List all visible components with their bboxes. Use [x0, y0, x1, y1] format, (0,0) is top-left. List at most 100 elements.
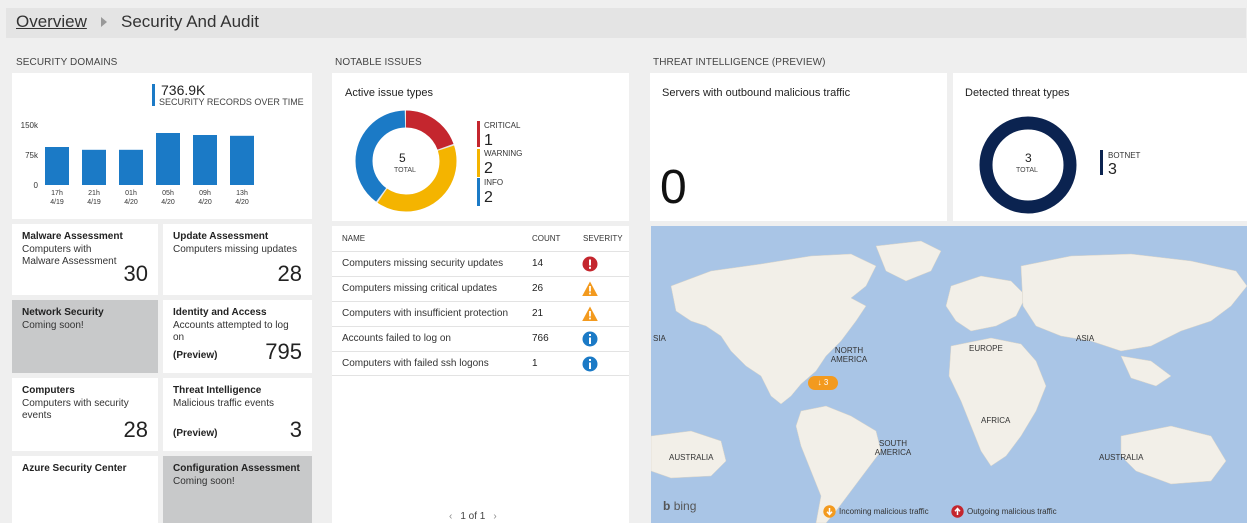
map-label: EUROPE [969, 344, 1003, 353]
identity-access-tile[interactable]: Identity and Access Accounts attempted t… [163, 300, 312, 373]
outbound-traffic-value: 0 [660, 161, 687, 214]
row-name: Computers missing critical updates [342, 283, 498, 294]
tile-title: Update Assessment [173, 231, 269, 242]
marker-count: 3 [823, 378, 829, 387]
tile-title: Identity and Access [173, 307, 267, 318]
tile-value: 28 [123, 417, 148, 442]
row-name: Accounts failed to log on [342, 333, 451, 344]
column-header-severity[interactable]: SEVERITY [583, 234, 623, 243]
pager-prev-icon[interactable]: ‹ [449, 511, 452, 522]
legend-critical-bar [477, 121, 480, 147]
down-arrow-icon: ↓ [817, 378, 822, 387]
legend-info-value: 2 [484, 189, 493, 206]
botnet-legend-value: 3 [1108, 161, 1117, 178]
tile-subtitle: Coming soon! [173, 476, 235, 487]
info-icon [582, 331, 598, 347]
active-issue-types-tile[interactable]: Active issue types 5 TOTAL CRITICAL 1 WA… [332, 73, 629, 221]
incoming-arrow-icon [823, 505, 836, 518]
header-bar: Overview Security And Audit [6, 8, 1246, 38]
x-tick-hour: 21h [88, 190, 100, 197]
threat-intelligence-tile[interactable]: Threat Intelligence Malicious traffic ev… [163, 378, 312, 451]
tile-value: 795 [265, 339, 302, 364]
tile-title: Threat Intelligence [173, 385, 262, 396]
bar[interactable] [82, 149, 106, 185]
x-tick-date: 4/19 [50, 199, 64, 206]
warning-icon [582, 306, 598, 321]
row-name: Computers with failed ssh logons [342, 358, 489, 369]
legend-critical-value: 1 [484, 132, 493, 149]
pager-label: 1 of 1 [460, 511, 486, 522]
bar[interactable] [193, 135, 217, 185]
security-records-tile[interactable]: 736.9K SECURITY RECORDS OVER TIME 150k 75… [12, 73, 312, 219]
legend-warning-bar [477, 149, 480, 177]
table-row[interactable]: Computers missing critical updates 26 [332, 276, 629, 301]
column-header-name[interactable]: NAME [342, 234, 365, 243]
info-icon [582, 356, 598, 372]
breadcrumb-chevron-icon [101, 17, 107, 27]
incoming-traffic-marker[interactable]: ↓ 3 [808, 376, 838, 390]
tile-subtitle: Computers missing updates [173, 244, 297, 255]
legend-incoming-label: Incoming malicious traffic [839, 507, 929, 516]
table-row[interactable]: Computers with insufficient protection 2… [332, 301, 629, 326]
tile-subtitle: Computers with Malware Assessment [22, 244, 117, 267]
tile-title: Computers [22, 385, 75, 396]
map-label: AFRICA [981, 416, 1011, 425]
x-tick-hour: 13h [236, 190, 248, 197]
bing-text: bing [673, 499, 697, 513]
page-title: Security And Audit [121, 12, 259, 31]
bar[interactable] [45, 147, 69, 185]
bar[interactable] [230, 135, 254, 185]
tile-subtitle: Computers with security events [22, 398, 129, 421]
row-count: 26 [532, 283, 544, 294]
bar[interactable] [156, 133, 180, 185]
issue-total-label: TOTAL [394, 167, 416, 174]
legend-warning-label: WARNING [484, 149, 523, 158]
map-label: AUSTRALIA [669, 453, 714, 462]
malware-assessment-tile[interactable]: Malware Assessment Computers with Malwar… [12, 224, 158, 295]
table-row[interactable]: Computers with failed ssh logons 1 [332, 351, 629, 376]
critical-icon [582, 256, 598, 272]
threat-total: 3 [1025, 151, 1032, 165]
x-tick-hour: 05h [162, 190, 174, 197]
row-count: 21 [532, 308, 544, 319]
threat-world-map[interactable]: SIA NORTH AMERICA EUROPE ASIA AFRICA SOU… [651, 226, 1247, 523]
network-security-tile[interactable]: Network Security Coming soon! [12, 300, 158, 373]
tile-title: Azure Security Center [22, 463, 127, 474]
azure-security-center-tile[interactable]: Azure Security Center [12, 456, 158, 523]
issue-donut-chart [355, 110, 457, 212]
notable-issues-heading: NOTABLE ISSUES [335, 57, 422, 68]
legend-critical-label: CRITICAL [484, 121, 521, 130]
outgoing-arrow-icon [951, 505, 964, 518]
configuration-assessment-tile[interactable]: Configuration Assessment Coming soon! [163, 456, 312, 523]
computers-tile[interactable]: Computers Computers with security events… [12, 378, 158, 451]
bar[interactable] [119, 149, 143, 185]
records-bar-chart: 150k 75k 0 17h 4/19 21h 4/19 01h 4/20 05h 4/20 09h 4… [21, 121, 254, 206]
tile-preview-label: (Preview) [173, 428, 218, 439]
legend-info-bar [477, 178, 480, 206]
breadcrumb-overview-link[interactable]: Overview [16, 12, 87, 32]
outbound-traffic-tile[interactable]: Servers with outbound malicious traffic [650, 73, 947, 221]
y-tick-label: 0 [34, 181, 39, 190]
x-tick-hour: 01h [125, 190, 137, 197]
detected-threat-types-tile[interactable]: Detected threat types 3 TOTAL BOTNET 3 [953, 73, 1247, 221]
warning-icon [582, 281, 598, 296]
legend-outgoing-label: Outgoing malicious traffic [967, 507, 1057, 516]
tile-title: Network Security [22, 307, 104, 318]
outbound-traffic-title: Servers with outbound malicious traffic [662, 87, 851, 99]
threat-total-label: TOTAL [1016, 167, 1038, 174]
map-label: SIA [653, 334, 666, 343]
row-count: 1 [532, 358, 538, 369]
x-tick-date: 4/19 [87, 199, 101, 206]
table-row[interactable]: Computers missing security updates 14 [332, 251, 629, 276]
column-header-count[interactable]: COUNT [532, 234, 560, 243]
x-tick-hour: 17h [51, 190, 63, 197]
pager-next-icon[interactable]: › [493, 511, 496, 522]
legend-warning-value: 2 [484, 160, 493, 177]
update-assessment-tile[interactable]: Update Assessment Computers missing upda… [163, 224, 312, 295]
row-count: 766 [532, 333, 549, 344]
table-row[interactable]: Accounts failed to log on 766 [332, 326, 629, 351]
threat-donut-chart [979, 116, 1077, 214]
pager: ‹ 1 of 1 › [449, 511, 497, 522]
botnet-legend-bar [1100, 150, 1103, 175]
row-name: Computers missing security updates [342, 258, 504, 269]
